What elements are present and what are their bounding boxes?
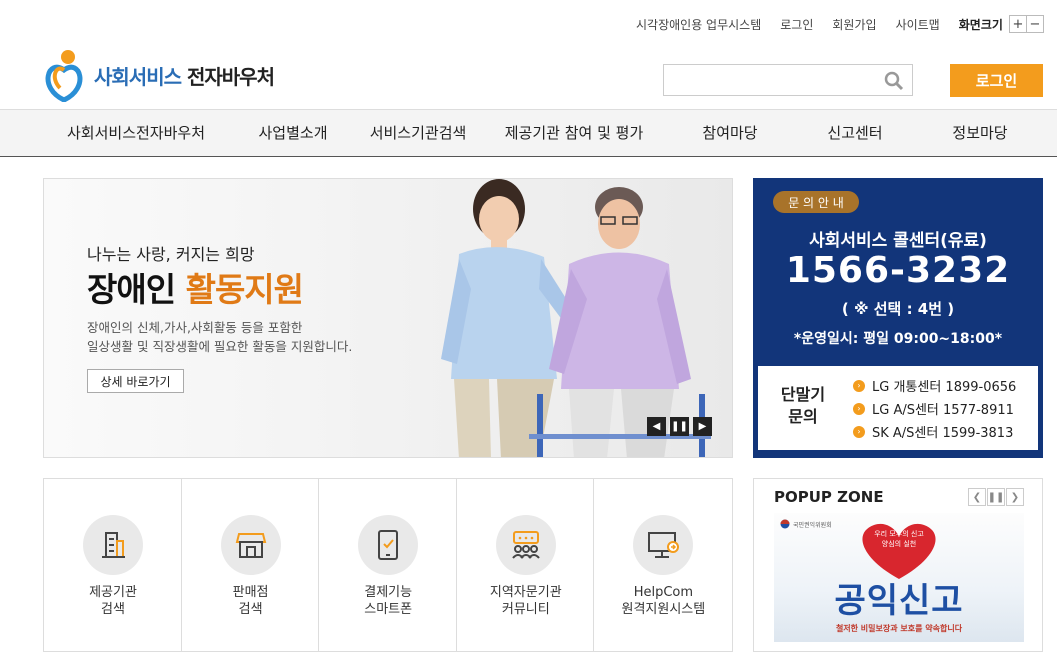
- popup-heart-text: 우리 모두의 신고 양심의 실천: [874, 530, 924, 548]
- util-link-login[interactable]: 로그인: [780, 16, 813, 33]
- popup-banner-public-report[interactable]: 국민권익위원회 우리 모두의 신고 양심의 실천 공익신고 철저한 비밀보장과 …: [774, 513, 1024, 642]
- util-link-accessibility[interactable]: 시각장애인용 업무시스템: [636, 16, 761, 33]
- nav-item-report-center[interactable]: 신고센터: [827, 110, 882, 156]
- nav-item-programs[interactable]: 사업별소개: [258, 110, 327, 156]
- callcenter-panel: 문 의 안 내 사회서비스 콜센터(유료) 1566-3232 ( ※ 선택 :…: [753, 178, 1043, 458]
- callcenter-hours: *운영일시: 평일 09:00~18:00*: [793, 331, 1003, 347]
- store-icon: [220, 515, 281, 575]
- zoom-in-button[interactable]: +: [1008, 15, 1027, 33]
- remote-monitor-icon: [633, 515, 694, 575]
- search-box: [663, 64, 913, 96]
- quick-item-helpcom-remote[interactable]: HelpCom 원격지원시스템: [594, 479, 732, 651]
- callcenter-selection: ( ※ 선택 : 4번 ): [841, 300, 955, 318]
- banner-subtitle: 나누는 사랑, 커지는 희망: [87, 245, 255, 264]
- quick-item-store-search[interactable]: 판매점 검색: [182, 479, 320, 651]
- device-inquiry-box: 단말기 문의 › LG 개통센터 1899-0656 › LG A/S센터 1577…: [758, 366, 1038, 450]
- popup-zone: POPUP ZONE ❮ ❚❚ ❯ 국민권익위원회 우리 모두의 신고 양심의 …: [753, 478, 1043, 652]
- popup-pause-button[interactable]: ❚❚: [987, 488, 1005, 506]
- logo-heart-icon: [45, 50, 83, 102]
- search-input[interactable]: [664, 65, 874, 95]
- quick-item-label: HelpCom 원격지원시스템: [621, 585, 706, 617]
- popup-banner-text: 공익신고: [834, 581, 964, 621]
- banner-next-button[interactable]: ▶: [693, 417, 712, 436]
- nav-item-agency-search[interactable]: 서비스기관검색: [370, 110, 467, 156]
- main-banner[interactable]: 나누는 사랑, 커지는 희망 장애인 활동지원 장애인의 신체,가사,사회활동 …: [43, 178, 733, 458]
- popup-banner-org: 국민권익위원회: [780, 519, 832, 529]
- popup-prev-button[interactable]: ❮: [968, 488, 986, 506]
- main-nav: 사회서비스전자바우처 사업별소개 서비스기관검색 제공기관 참여 및 평가 참여…: [0, 109, 1057, 157]
- device-line-sk-as: › SK A/S센터 1599-3813: [853, 422, 1013, 441]
- callcenter-number: 1566-3232: [785, 250, 1011, 291]
- banner-prev-button[interactable]: ◀: [647, 417, 666, 436]
- banner-more-button[interactable]: 상세 바로가기: [87, 369, 184, 393]
- quick-item-label: 지역자문기관 커뮤니티: [489, 585, 562, 617]
- popup-banner-subtext: 철저한 비밀보장과 보호를 약속합니다: [835, 624, 963, 633]
- arrow-right-icon: ›: [853, 402, 865, 415]
- login-button[interactable]: 로그인: [950, 64, 1043, 97]
- logo-text: 사회서비스 전자바우처: [94, 64, 275, 89]
- building-icon: [83, 515, 143, 575]
- callcenter-title: 사회서비스 콜센터(유료): [809, 231, 987, 251]
- community-icon: [495, 515, 556, 575]
- quick-item-provider-search[interactable]: 제공기관 검색: [44, 479, 182, 651]
- quick-item-regional-community[interactable]: 지역자문기관 커뮤니티: [457, 479, 595, 651]
- smartphone-icon: [358, 515, 419, 575]
- utility-bar: 시각장애인용 업무시스템 로그인 회원가입 사이트맵 화면크기 + −: [636, 14, 1044, 34]
- util-link-sitemap[interactable]: 사이트맵: [896, 16, 940, 33]
- nav-item-voucher[interactable]: 사회서비스전자바우처: [67, 110, 205, 156]
- korea-emblem-icon: [780, 519, 790, 529]
- arrow-right-icon: ›: [853, 379, 865, 392]
- nav-item-info[interactable]: 정보마당: [952, 110, 1007, 156]
- banner-pause-button[interactable]: ❚❚: [670, 417, 689, 436]
- search-icon[interactable]: [884, 71, 904, 91]
- banner-title: 장애인 활동지원: [87, 270, 304, 309]
- popup-zone-title: POPUP ZONE: [774, 488, 884, 506]
- quick-menu: 제공기관 검색 판매점 검색 결제기능 스마트폰 지역자문기관 커뮤니티 HelpCom…: [43, 478, 733, 652]
- device-inquiry-label: 단말기 문의: [780, 385, 826, 426]
- callcenter-badge: 문 의 안 내: [773, 191, 859, 213]
- quick-item-label: 판매점 검색: [232, 585, 269, 617]
- quick-item-label: 제공기관 검색: [89, 585, 137, 617]
- quick-item-label: 결제기능 스마트폰: [364, 585, 413, 617]
- popup-next-button[interactable]: ❯: [1006, 488, 1024, 506]
- banner-description: 장애인의 신체,가사,사회활동 등을 포함한 일상생활 및 직장생활에 필요한 …: [87, 320, 353, 354]
- site-logo[interactable]: 사회서비스 전자바우처: [42, 48, 275, 102]
- util-link-signup[interactable]: 회원가입: [832, 16, 876, 33]
- nav-item-provider-evaluation[interactable]: 제공기관 참여 및 평가: [505, 110, 644, 156]
- arrow-right-icon: ›: [853, 425, 865, 438]
- device-line-lg-open: › LG 개통센터 1899-0656: [853, 376, 1016, 395]
- quick-item-payment-smartphone[interactable]: 결제기능 스마트폰: [319, 479, 457, 651]
- zoom-out-button[interactable]: −: [1025, 15, 1044, 33]
- device-line-lg-as: › LG A/S센터 1577-8911: [853, 399, 1014, 418]
- zoom-label: 화면크기: [958, 17, 1003, 32]
- nav-item-participation[interactable]: 참여마당: [702, 110, 757, 156]
